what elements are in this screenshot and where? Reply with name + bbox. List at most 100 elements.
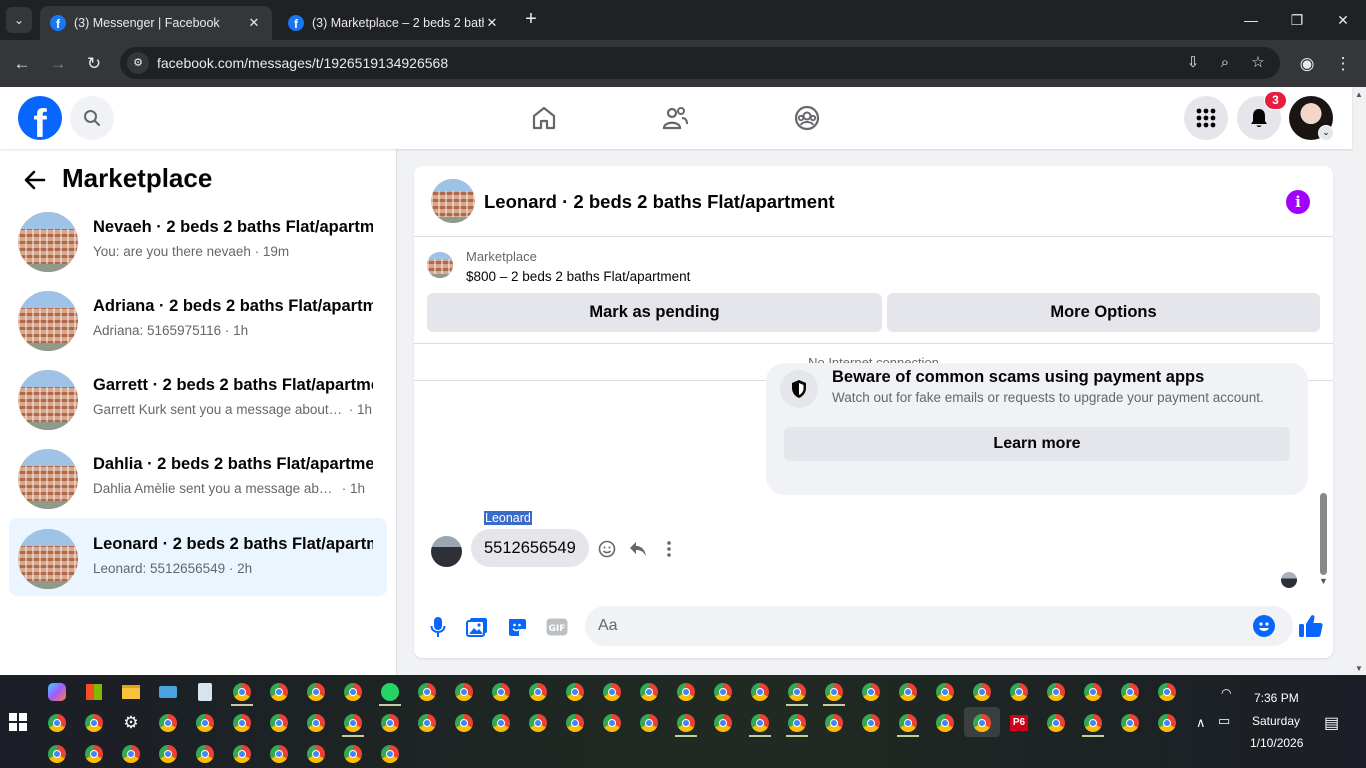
chrome-taskbar-icon[interactable]: [342, 743, 364, 765]
gif-button[interactable]: GIF: [545, 615, 569, 639]
message-bubble[interactable]: 5512656549: [471, 529, 589, 567]
chrome-taskbar-icon[interactable]: [786, 712, 808, 734]
search-button[interactable]: [70, 96, 114, 140]
menu-button[interactable]: [1184, 96, 1228, 140]
keyboard-icon[interactable]: [157, 681, 179, 703]
chrome-taskbar-icon[interactable]: [1082, 712, 1104, 734]
tab-close-icon[interactable]: ✕: [246, 15, 262, 31]
chrome-taskbar-icon[interactable]: [46, 712, 68, 734]
chrome-taskbar-icon[interactable]: [971, 681, 993, 703]
battery-icon[interactable]: ▭: [1218, 713, 1230, 729]
chrome-taskbar-icon[interactable]: [638, 712, 660, 734]
chrome-taskbar-icon[interactable]: [83, 712, 105, 734]
chrome-taskbar-icon[interactable]: [305, 712, 327, 734]
profile-icon[interactable]: ◉: [1295, 52, 1319, 76]
chrome-taskbar-icon[interactable]: [231, 712, 253, 734]
chrome-taskbar-icon[interactable]: [1045, 712, 1067, 734]
chrome-taskbar-icon[interactable]: [897, 681, 919, 703]
facebook-logo[interactable]: f: [18, 96, 62, 140]
conversation-item[interactable]: Dahlia · 2 beds 2 baths Flat/apartment D…: [9, 438, 387, 516]
message-more-button[interactable]: [659, 539, 679, 559]
scroll-down-arrow-icon[interactable]: ▼: [1319, 576, 1328, 586]
copilot-icon[interactable]: [46, 681, 68, 703]
p6-app-icon[interactable]: P6: [1008, 712, 1030, 734]
reply-button[interactable]: [628, 539, 648, 559]
chat-scrollbar[interactable]: [1320, 493, 1327, 575]
chrome-taskbar-icon[interactable]: [1119, 712, 1141, 734]
like-button[interactable]: [1297, 612, 1325, 640]
chat-listing-thumbnail[interactable]: [431, 179, 475, 223]
chrome-taskbar-icon[interactable]: [934, 681, 956, 703]
new-tab-button[interactable]: +: [520, 8, 542, 32]
chrome-taskbar-icon[interactable]: [638, 681, 660, 703]
url-text[interactable]: facebook.com/messages/t/1926519134926568: [157, 55, 448, 71]
chrome-taskbar-icon[interactable]: [157, 743, 179, 765]
chrome-menu-icon[interactable]: ⋮: [1331, 52, 1355, 76]
tab-messenger[interactable]: f (3) Messenger | Facebook ✕: [40, 6, 272, 40]
chrome-taskbar-icon[interactable]: [305, 743, 327, 765]
forward-icon[interactable]: →: [46, 52, 70, 76]
install-app-icon[interactable]: ⇩: [1182, 52, 1204, 74]
taskbar-clock-day[interactable]: Saturday: [1252, 714, 1300, 728]
page-scrollbar[interactable]: ▲ ▼: [1352, 87, 1366, 675]
conversation-item[interactable]: Garrett · 2 beds 2 baths Flat/apartment …: [9, 359, 387, 437]
settings-gear-icon[interactable]: ⚙: [120, 712, 142, 734]
chrome-taskbar-icon[interactable]: [860, 712, 882, 734]
chat-title[interactable]: Leonard · 2 beds 2 baths Flat/apartment: [484, 191, 835, 213]
taskbar-clock-time[interactable]: 7:36 PM: [1254, 691, 1299, 705]
zoom-icon[interactable]: ⌕: [1214, 52, 1236, 74]
chrome-taskbar-icon[interactable]: [490, 681, 512, 703]
chrome-taskbar-icon[interactable]: [786, 681, 808, 703]
chrome-taskbar-icon[interactable]: [268, 743, 290, 765]
sticker-button[interactable]: [505, 615, 529, 639]
tab-marketplace[interactable]: f (3) Marketplace – 2 beds 2 baths ✕: [278, 6, 510, 40]
conversation-item[interactable]: Adriana · 2 beds 2 baths Flat/apartment …: [9, 280, 387, 358]
minimize-button[interactable]: —: [1228, 8, 1274, 32]
notepad-icon[interactable]: [194, 681, 216, 703]
chrome-taskbar-icon[interactable]: [416, 712, 438, 734]
message-input[interactable]: Aa: [585, 606, 1293, 646]
tab-close-icon[interactable]: ✕: [484, 15, 500, 31]
react-button[interactable]: [597, 539, 617, 559]
friends-button[interactable]: [659, 102, 691, 134]
chrome-taskbar-icon[interactable]: [379, 712, 401, 734]
voice-clip-button[interactable]: [426, 615, 450, 639]
chrome-taskbar-icon[interactable]: [749, 681, 771, 703]
chrome-taskbar-icon[interactable]: [527, 681, 549, 703]
chrome-taskbar-icon[interactable]: [342, 681, 364, 703]
chrome-taskbar-icon[interactable]: [712, 681, 734, 703]
listing-price[interactable]: $800 – 2 beds 2 baths Flat/apartment: [466, 269, 690, 284]
scroll-down-arrow-icon[interactable]: ▼: [1355, 664, 1363, 673]
chrome-taskbar-icon[interactable]: [268, 712, 290, 734]
whatsapp-icon[interactable]: [379, 681, 401, 703]
chrome-taskbar-icon[interactable]: [860, 681, 882, 703]
site-info-icon[interactable]: ⚙: [127, 52, 149, 74]
back-button[interactable]: [22, 167, 48, 193]
chrome-taskbar-icon[interactable]: [231, 681, 253, 703]
window-close-button[interactable]: ✕: [1320, 8, 1366, 32]
chevron-up-icon[interactable]: ∧: [1196, 715, 1206, 731]
chrome-taskbar-icon[interactable]: [1156, 681, 1178, 703]
reload-icon[interactable]: ↻: [82, 52, 106, 76]
chrome-taskbar-icon[interactable]: [675, 681, 697, 703]
groups-button[interactable]: [791, 102, 823, 134]
chrome-taskbar-icon[interactable]: [601, 681, 623, 703]
chrome-taskbar-icon[interactable]: [490, 712, 512, 734]
address-bar[interactable]: ⚙ facebook.com/messages/t/19265191349265…: [120, 47, 1280, 79]
chrome-taskbar-icon[interactable]: [675, 712, 697, 734]
chrome-taskbar-icon[interactable]: [453, 712, 475, 734]
chrome-taskbar-icon[interactable]: [897, 712, 919, 734]
bookmark-star-icon[interactable]: ☆: [1247, 52, 1269, 74]
more-options-button[interactable]: More Options: [887, 293, 1320, 332]
chrome-taskbar-icon[interactable]: [157, 712, 179, 734]
chrome-taskbar-icon[interactable]: [527, 712, 549, 734]
home-button[interactable]: [528, 102, 560, 134]
attach-photo-button[interactable]: [465, 615, 489, 639]
chrome-taskbar-icon[interactable]: [453, 681, 475, 703]
conversation-item-selected[interactable]: Leonard · 2 beds 2 baths Flat/apartment …: [9, 518, 387, 596]
chrome-taskbar-icon[interactable]: [564, 681, 586, 703]
scroll-up-arrow-icon[interactable]: ▲: [1355, 90, 1363, 99]
info-icon[interactable]: i: [1286, 190, 1310, 214]
chrome-taskbar-icon[interactable]: [1119, 681, 1141, 703]
chevron-down-icon[interactable]: ⌄: [1318, 125, 1334, 141]
